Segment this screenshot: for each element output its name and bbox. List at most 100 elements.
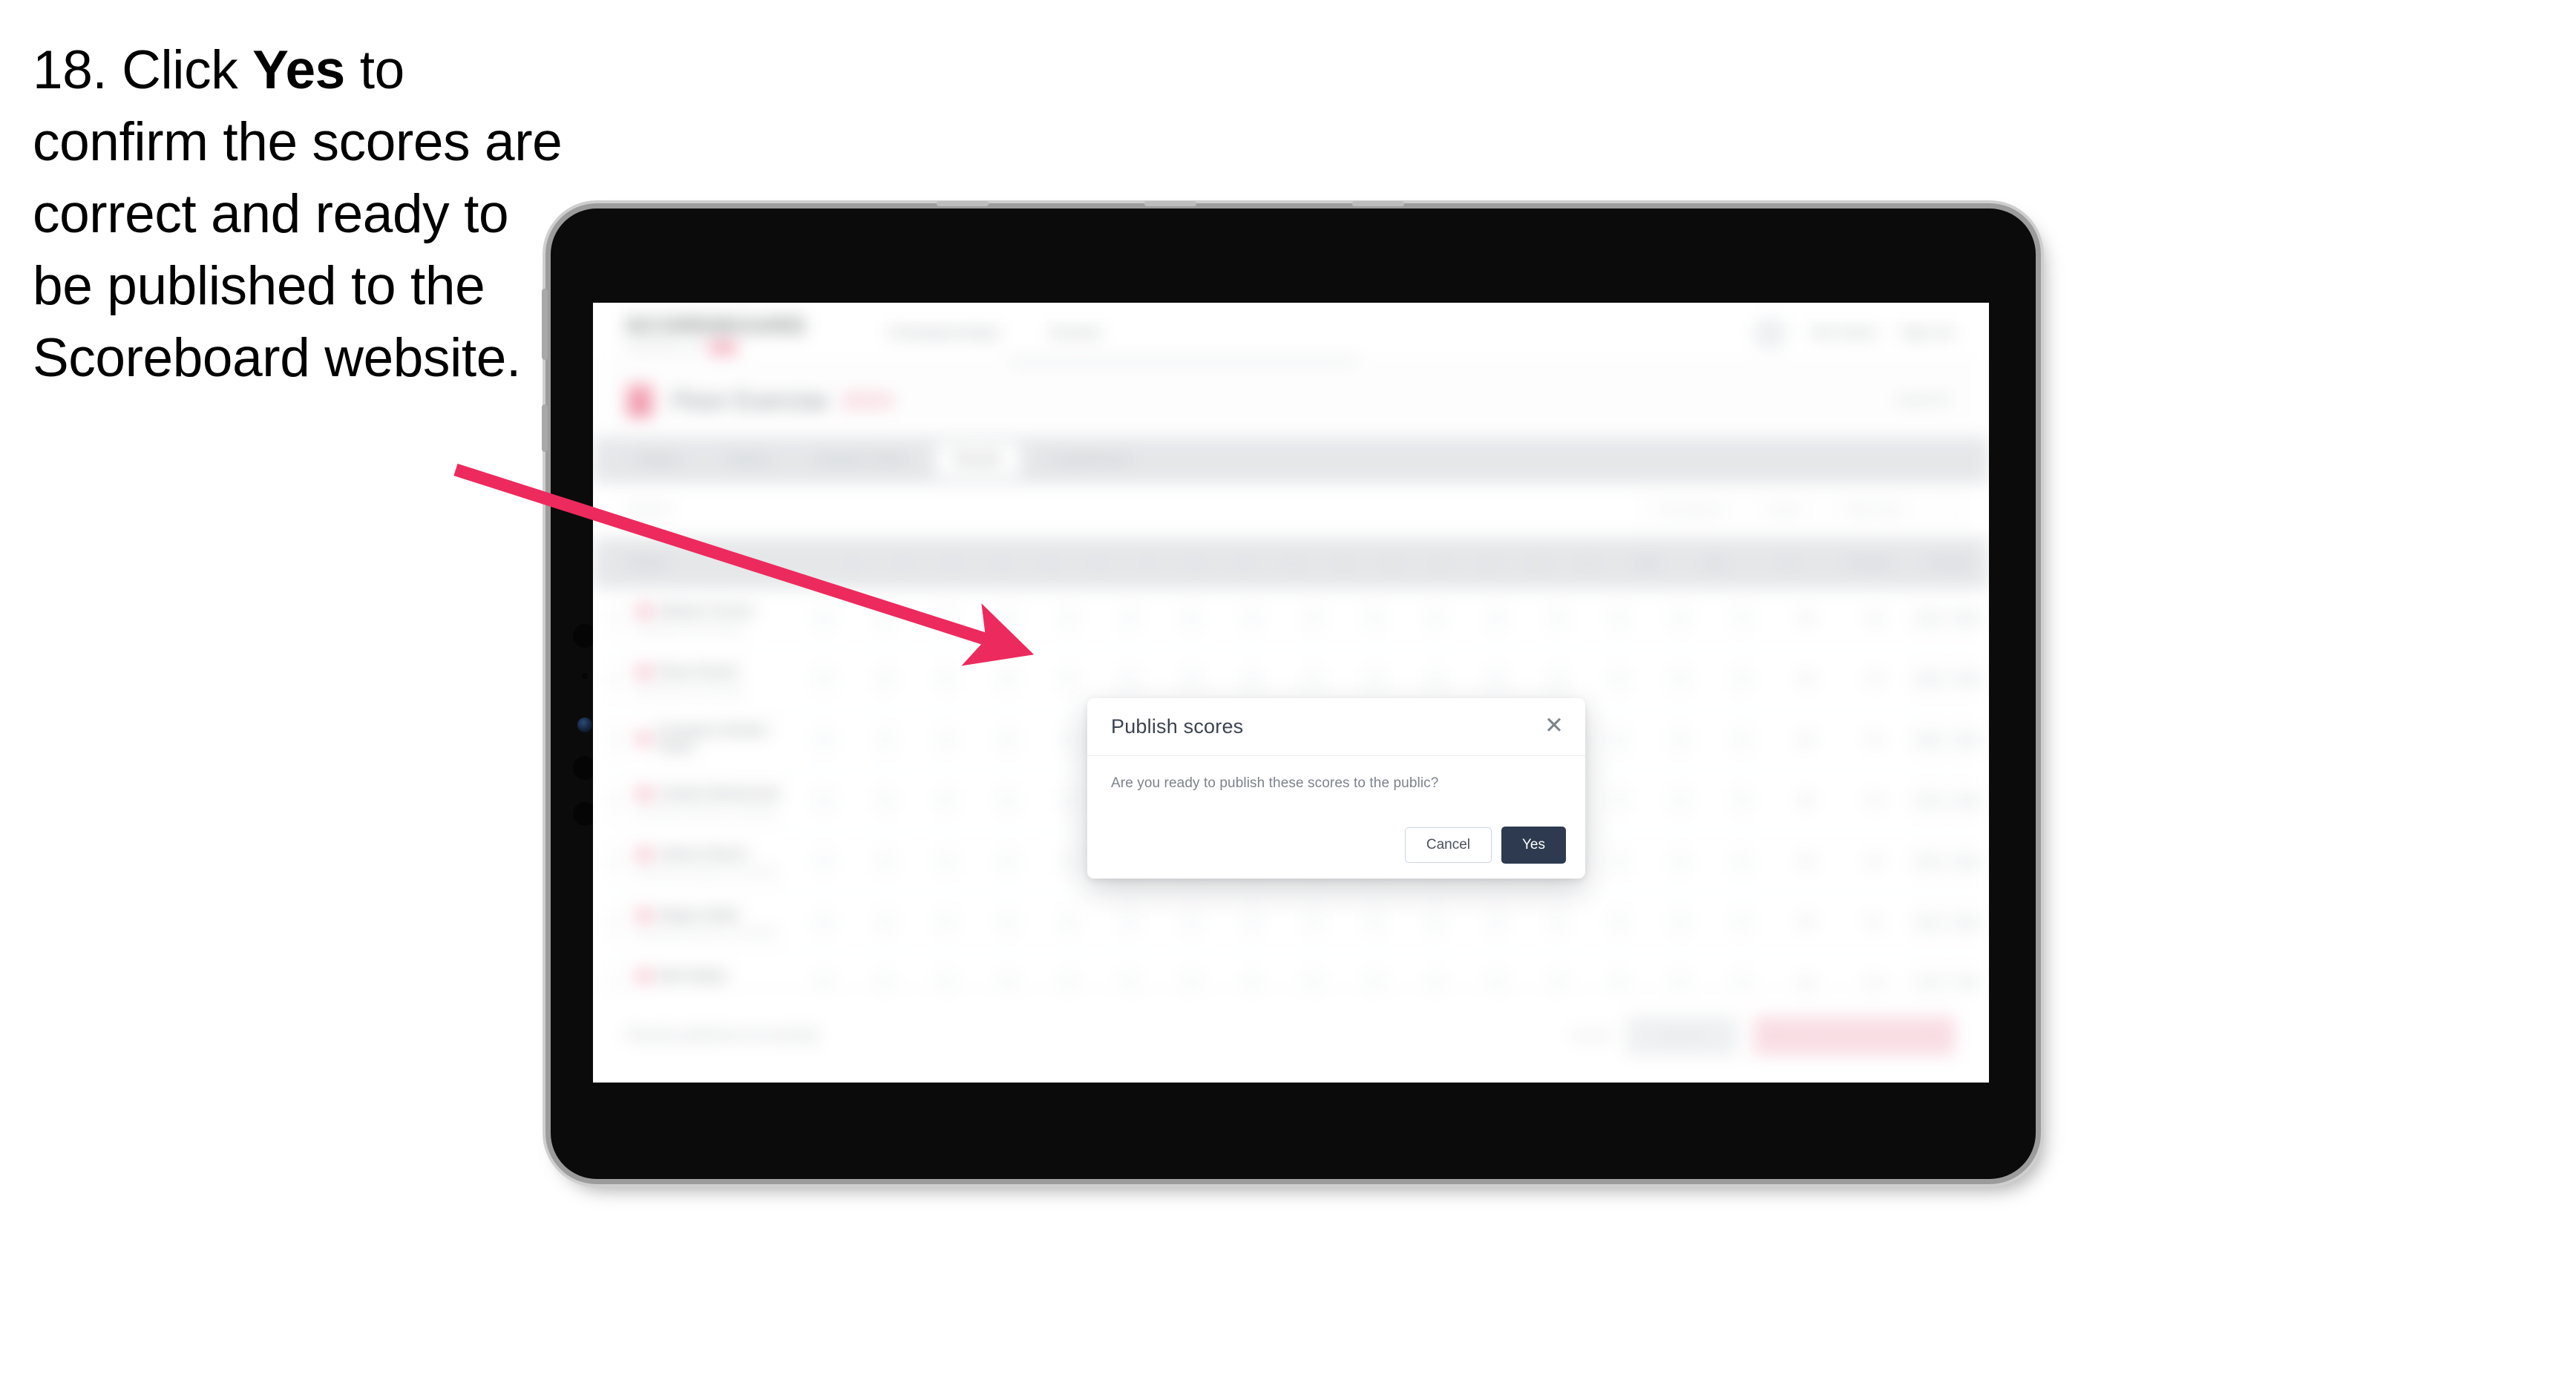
- score-cell[interactable]: 9: [1589, 729, 1650, 751]
- sign-out-link[interactable]: Sign out: [1901, 325, 1953, 341]
- score-cell[interactable]: 9: [854, 669, 915, 690]
- tab-session-order[interactable]: Session Order: [797, 444, 925, 476]
- table-row[interactable]: Melanie Torrens Gymnastic Club Chicago 9 9 9…: [593, 588, 1989, 649]
- score-cell[interactable]: 9: [854, 851, 915, 873]
- score-cell[interactable]: 9: [1222, 669, 1282, 690]
- score-cell[interactable]: 9: [1711, 790, 1772, 812]
- score-cell[interactable]: 9: [854, 608, 915, 629]
- score-cell[interactable]: 9: [1650, 669, 1711, 690]
- row-checkbox[interactable]: [593, 609, 636, 628]
- checkbox-icon[interactable]: [606, 609, 623, 628]
- row-checkbox[interactable]: [593, 853, 636, 871]
- score-cell[interactable]: 9: [1283, 912, 1344, 933]
- score-cell[interactable]: 9: [1161, 669, 1222, 690]
- score-cell[interactable]: 9: [916, 729, 977, 751]
- device-volume-button[interactable]: [542, 404, 548, 452]
- score-cell[interactable]: 9: [1099, 608, 1160, 629]
- score-cell[interactable]: 9: [1405, 608, 1466, 629]
- score-cell[interactable]: 9: [793, 669, 854, 690]
- score-cell[interactable]: 9: [1161, 608, 1222, 629]
- tab-judges[interactable]: Judges: [615, 444, 699, 476]
- publish-scores-button[interactable]: Publish scores to public: [1754, 1016, 1955, 1055]
- score-cell[interactable]: 9: [1161, 912, 1222, 933]
- topnav-item-events[interactable]: Events: [1052, 324, 1101, 342]
- row-checkbox[interactable]: [593, 792, 636, 810]
- score-cell[interactable]: 9: [1527, 912, 1588, 933]
- filter-chip-0[interactable]: All Sessions: [1641, 495, 1741, 526]
- checkbox-icon[interactable]: [606, 670, 623, 689]
- score-cell[interactable]: 9: [793, 608, 854, 629]
- cancel-button[interactable]: Cancel: [1404, 827, 1492, 863]
- score-cell[interactable]: 9: [1466, 669, 1527, 690]
- score-cell[interactable]: 9: [1527, 608, 1588, 629]
- score-cell[interactable]: 9: [854, 912, 915, 933]
- row-checkbox[interactable]: [593, 670, 636, 689]
- score-cell[interactable]: 9: [1650, 608, 1711, 629]
- search-input[interactable]: Search: [627, 502, 672, 519]
- filter-chip-2[interactable]: Rank Only: [1829, 495, 1919, 526]
- score-cell[interactable]: 9: [793, 790, 854, 812]
- score-cell[interactable]: 9: [977, 790, 1038, 812]
- score-cell[interactable]: 9: [854, 729, 915, 751]
- score-cell[interactable]: 9: [1650, 729, 1711, 751]
- filter-chip-3[interactable]: ⋮: [1930, 494, 1964, 527]
- score-cell[interactable]: 9: [1711, 912, 1772, 933]
- score-cell[interactable]: 9: [1038, 669, 1099, 690]
- score-cell[interactable]: 9: [1099, 669, 1160, 690]
- score-cell[interactable]: 9: [793, 729, 854, 751]
- score-cell[interactable]: 9: [1711, 608, 1772, 629]
- checkbox-icon[interactable]: [606, 913, 623, 932]
- score-cell[interactable]: 9: [1589, 669, 1650, 690]
- score-cell[interactable]: 9: [977, 608, 1038, 629]
- tab-leaderboard[interactable]: Leaderboard: [1029, 444, 1148, 476]
- score-cell[interactable]: 9: [1222, 912, 1282, 933]
- table-row[interactable]: Megan Webb Gymnastic Academy of Charlotte…: [593, 893, 1989, 953]
- score-cell[interactable]: 9: [916, 669, 977, 690]
- score-cell[interactable]: 9: [1099, 912, 1160, 933]
- device-power-button[interactable]: [542, 289, 548, 360]
- score-cell[interactable]: 9: [1589, 851, 1650, 873]
- score-cell[interactable]: 9: [793, 912, 854, 933]
- score-cell[interactable]: 9: [1650, 912, 1711, 933]
- score-cell[interactable]: 9: [793, 851, 854, 873]
- checkbox-icon[interactable]: [606, 792, 623, 810]
- score-cell[interactable]: 9: [1589, 790, 1650, 812]
- filter-chip-1[interactable]: Senior: [1751, 495, 1820, 526]
- score-cell[interactable]: 9: [1711, 669, 1772, 690]
- score-cell[interactable]: 9: [977, 669, 1038, 690]
- score-cell[interactable]: 9: [1283, 669, 1344, 690]
- score-cell[interactable]: 9: [1405, 669, 1466, 690]
- checkbox-icon[interactable]: [606, 853, 623, 871]
- avatar-icon[interactable]: [1754, 318, 1786, 349]
- score-cell[interactable]: 9: [1589, 608, 1650, 629]
- score-cell[interactable]: 9: [1650, 790, 1711, 812]
- score-cell[interactable]: 9: [1344, 669, 1405, 690]
- tab-results[interactable]: Results: [934, 444, 1021, 476]
- score-cell[interactable]: 9: [1405, 912, 1466, 933]
- score-cell[interactable]: 9: [1038, 912, 1099, 933]
- score-cell[interactable]: 9: [1466, 912, 1527, 933]
- tab-teams[interactable]: Teams: [708, 444, 788, 476]
- yes-button[interactable]: Yes: [1501, 827, 1566, 864]
- score-cell[interactable]: 9: [916, 608, 977, 629]
- score-cell[interactable]: 9: [1650, 851, 1711, 873]
- footer-cancel-link[interactable]: Cancel: [1571, 1028, 1610, 1043]
- close-icon[interactable]: ✕: [1539, 710, 1569, 740]
- score-cell[interactable]: 9: [1038, 608, 1099, 629]
- score-cell[interactable]: 9: [916, 912, 977, 933]
- score-cell[interactable]: 9: [977, 912, 1038, 933]
- score-cell[interactable]: 9: [1711, 729, 1772, 751]
- score-cell[interactable]: 9: [1283, 608, 1344, 629]
- score-cell[interactable]: 9: [916, 790, 977, 812]
- row-checkbox[interactable]: [593, 913, 636, 932]
- score-cell[interactable]: 9: [1527, 669, 1588, 690]
- brand-logo[interactable]: SCOREBOARD POWERED BY live: [626, 312, 807, 354]
- checkbox-icon[interactable]: [606, 731, 623, 749]
- score-cell[interactable]: 9: [1466, 608, 1527, 629]
- topnav-item-championships[interactable]: Championships: [888, 324, 1000, 342]
- score-cell[interactable]: 9: [916, 851, 977, 873]
- score-cell[interactable]: 9: [1344, 912, 1405, 933]
- score-cell[interactable]: 9: [977, 851, 1038, 873]
- row-checkbox[interactable]: [593, 731, 636, 749]
- save-all-button[interactable]: Save All: [1626, 1016, 1738, 1055]
